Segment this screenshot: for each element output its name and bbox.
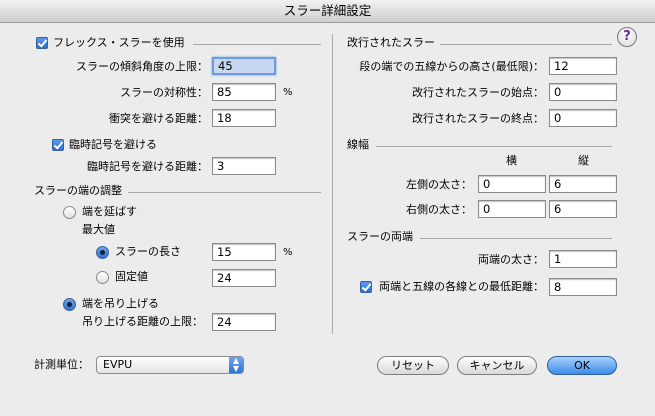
thickness-section-title: 線幅 <box>347 138 369 151</box>
use-flex-slur-label: フレックス・スラーを使用 <box>53 36 185 49</box>
min-distance-label: 両端と五線の各線との最低距離： <box>379 280 544 293</box>
broken-start-field[interactable]: 0 <box>549 83 617 101</box>
slur-length-label: スラーの長さ <box>115 245 181 258</box>
fixed-value-radio[interactable] <box>96 271 109 284</box>
left-thickness-h-field[interactable]: 0 <box>478 175 546 193</box>
units-label: 計測単位： <box>34 358 89 371</box>
endpoint-separator <box>128 192 321 193</box>
max-angle-field[interactable]: 45 <box>212 57 276 75</box>
collision-label: 衝突を避ける距離： <box>109 112 208 125</box>
end-thickness-label: 両端の太さ： <box>478 253 544 266</box>
symmetry-label: スラーの対称性： <box>120 86 208 99</box>
left-thickness-label: 左側の太さ： <box>406 178 472 191</box>
column-divider <box>332 34 333 334</box>
raise-limit-field[interactable]: 24 <box>212 313 276 331</box>
min-distance-checkbox[interactable] <box>360 281 372 293</box>
ok-button[interactable]: OK <box>547 356 617 375</box>
right-thickness-h-field[interactable]: 0 <box>478 200 546 218</box>
broken-end-field[interactable]: 0 <box>549 109 617 127</box>
staff-height-label: 段の端での五線からの高さ(最低限)： <box>359 60 544 73</box>
units-popup[interactable]: EVPU ▲ ▼ <box>96 356 244 374</box>
max-angle-label: スラーの傾斜角度の上限： <box>76 60 208 73</box>
vertical-column-header: 縦 <box>578 154 589 167</box>
fixed-value-field[interactable]: 24 <box>212 269 276 287</box>
fixed-value-label: 固定値 <box>115 270 148 283</box>
symmetry-field[interactable]: 85 <box>212 83 276 101</box>
raise-limit-label: 吊り上げる距離の上限： <box>82 315 203 328</box>
broken-slur-section-title: 改行されたスラー <box>347 36 435 49</box>
extend-ends-radio[interactable] <box>63 206 76 219</box>
avoid-accidentals-checkbox[interactable] <box>52 139 64 151</box>
min-distance-field[interactable]: 8 <box>549 278 617 296</box>
help-icon[interactable]: ? <box>617 27 637 47</box>
units-popup-value: EVPU <box>103 358 133 371</box>
left-thickness-v-field[interactable]: 6 <box>549 175 617 193</box>
slur-length-radio[interactable] <box>96 246 109 259</box>
broken-start-label: 改行されたスラーの始点： <box>412 86 544 99</box>
right-thickness-v-field[interactable]: 6 <box>549 200 617 218</box>
end-thickness-field[interactable]: 1 <box>549 250 617 268</box>
symmetry-unit: % <box>283 87 293 98</box>
right-thickness-label: 右側の太さ： <box>406 203 472 216</box>
broken-slur-separator <box>440 44 612 45</box>
avoid-accidentals-label: 臨時記号を避ける <box>69 138 157 151</box>
cancel-button[interactable]: キャンセル <box>457 356 537 375</box>
window-title: スラー詳細設定 <box>0 0 655 23</box>
slur-ends-separator <box>420 238 612 239</box>
extend-ends-label: 端を延ばす <box>82 205 137 218</box>
horizontal-column-header: 横 <box>506 154 517 167</box>
broken-end-label: 改行されたスラーの終点： <box>412 112 544 125</box>
slur-length-field[interactable]: 15 <box>212 243 276 261</box>
raise-ends-label: 端を吊り上げる <box>82 297 159 310</box>
thickness-separator <box>376 146 612 147</box>
slur-settings-dialog: スラー詳細設定 フレックス・スラーを使用 スラーの傾斜角度の上限： 45 スラー… <box>0 0 655 416</box>
slur-ends-section-title: スラーの両端 <box>347 230 413 243</box>
accidental-distance-field[interactable]: 3 <box>212 157 276 175</box>
collision-field[interactable]: 18 <box>212 109 276 127</box>
slur-length-unit: % <box>283 247 293 258</box>
accidental-distance-label: 臨時記号を避ける距離： <box>87 160 208 173</box>
use-flex-slur-checkbox[interactable] <box>36 37 48 49</box>
max-value-label: 最大値 <box>82 223 115 236</box>
flex-separator <box>193 44 321 45</box>
popup-arrows-icon: ▲ ▼ <box>229 357 243 373</box>
reset-button[interactable]: リセット <box>377 356 449 375</box>
raise-ends-radio[interactable] <box>63 298 76 311</box>
staff-height-field[interactable]: 12 <box>549 57 617 75</box>
endpoint-section-title: スラーの端の調整 <box>34 184 122 197</box>
